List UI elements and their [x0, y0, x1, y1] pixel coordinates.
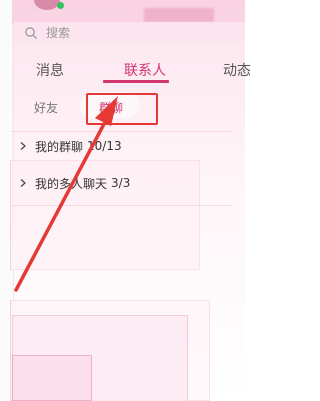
subtab-friends[interactable]: 好友	[34, 99, 58, 116]
group-count: 10/13	[87, 139, 122, 153]
profile-badge	[144, 8, 214, 22]
divider	[12, 131, 233, 132]
group-list-multi-chat[interactable]: 我的多人聊天 3/3	[18, 171, 130, 195]
group-label: 我的群聊	[35, 139, 84, 154]
group-count: 3/3	[111, 176, 131, 190]
search-box[interactable]: 搜索	[14, 22, 245, 42]
tab-messages[interactable]: 消息	[36, 60, 64, 80]
chevron-right-icon	[20, 142, 26, 150]
main-tabs: 消息 联系人 动态	[12, 50, 251, 84]
group-list-my-groups[interactable]: 我的群聊 10/13	[18, 134, 122, 158]
group-label: 我的多人聊天	[35, 176, 108, 191]
chevron-right-icon	[20, 179, 26, 187]
annotation-highlight-box	[86, 93, 158, 125]
tab-moments[interactable]: 动态	[223, 60, 251, 80]
search-placeholder: 搜索	[46, 25, 71, 40]
search-icon	[24, 25, 38, 39]
active-tab-indicator	[103, 80, 169, 83]
divider	[12, 205, 233, 206]
online-status-icon	[57, 2, 64, 9]
tab-contacts[interactable]: 联系人	[124, 60, 166, 80]
background-pill	[12, 355, 92, 401]
